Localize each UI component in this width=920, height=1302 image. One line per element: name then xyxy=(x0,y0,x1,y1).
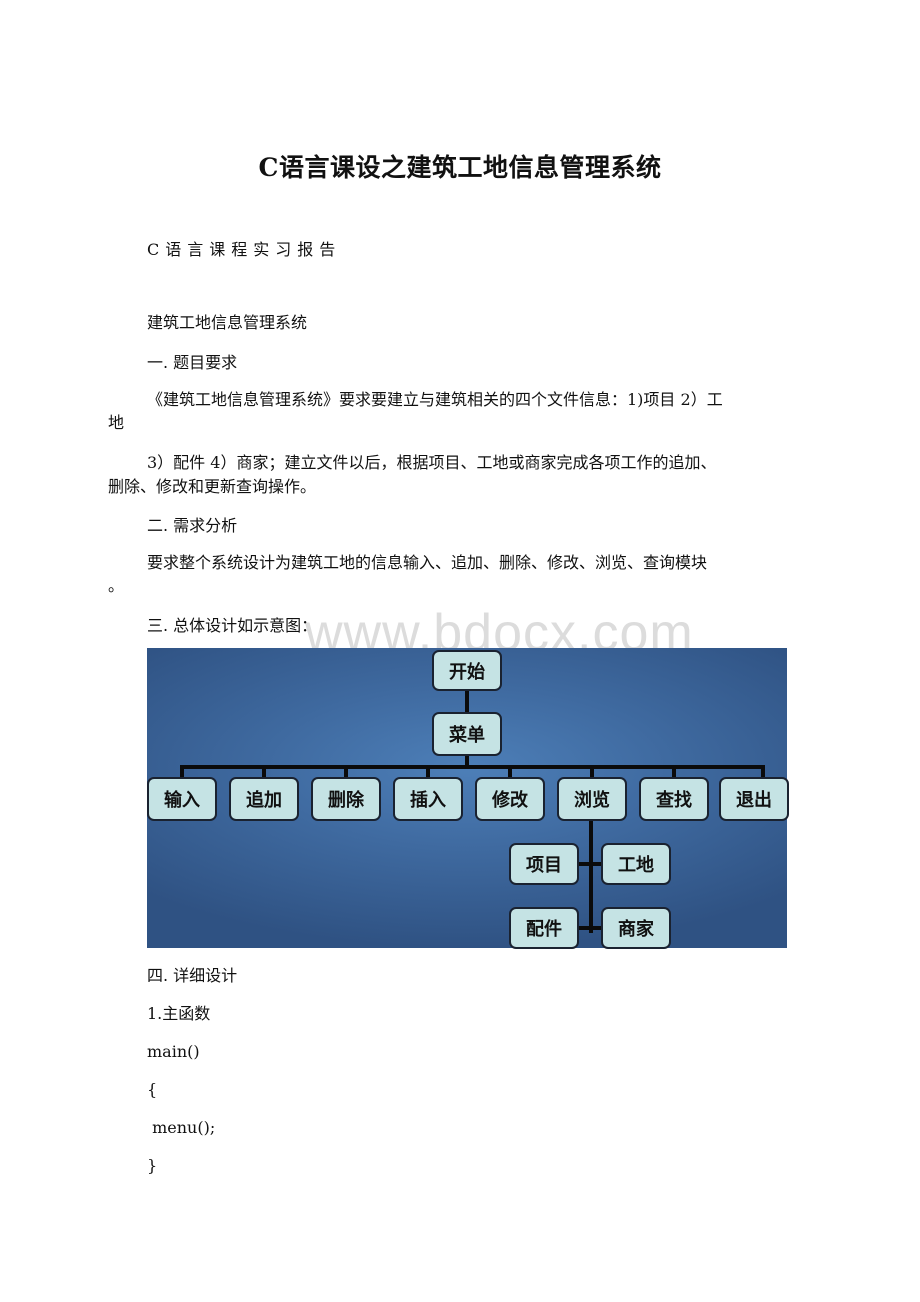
node-input: 输入 xyxy=(147,777,217,821)
node-exit: 退出 xyxy=(719,777,789,821)
section2-heading: 二. 需求分析 xyxy=(147,516,238,535)
node-append: 追加 xyxy=(229,777,299,821)
section2-paragraph-line: 要求整个系统设计为建筑工地的信息输入、追加、删除、修改、浏览、查询模块 xyxy=(147,553,708,572)
node-search: 查找 xyxy=(639,777,709,821)
node-parts: 配件 xyxy=(509,907,579,949)
report-subtitle: C语言课程实习报告 xyxy=(147,240,342,259)
node-project: 项目 xyxy=(509,843,579,885)
section1-heading: 一. 题目要求 xyxy=(147,353,238,372)
connector-line xyxy=(180,765,765,769)
document-title: C语言课设之建筑工地信息管理系统 xyxy=(258,153,662,182)
system-name: 建筑工地信息管理系统 xyxy=(147,313,308,332)
code-line: main() xyxy=(147,1042,200,1061)
section1-paragraph-line: 《建筑工地信息管理系统》要求要建立与建筑相关的四个文件信息：1)项目 2）工 xyxy=(147,390,723,409)
node-start: 开始 xyxy=(432,650,502,691)
section4-heading: 四. 详细设计 xyxy=(147,966,238,985)
system-structure-diagram: 开始 菜单 输入 追加 删除 插入 修改 浏览 查找 退出 项目 工地 配件 商… xyxy=(147,648,789,949)
connector-line xyxy=(577,862,603,866)
section4-subheading: 1.主函数 xyxy=(147,1004,211,1023)
node-browse: 浏览 xyxy=(557,777,627,821)
section3-heading: 三. 总体设计如示意图： xyxy=(147,616,318,635)
node-delete: 删除 xyxy=(311,777,381,821)
node-modify: 修改 xyxy=(475,777,545,821)
connector-line xyxy=(577,926,603,930)
node-menu: 菜单 xyxy=(432,712,502,756)
section1-paragraph-wrap: 地 xyxy=(108,413,125,432)
connector-line xyxy=(589,820,593,933)
section1-paragraph-wrap: 删除、修改和更新查询操作。 xyxy=(108,477,317,496)
code-line: } xyxy=(147,1156,158,1175)
code-line: menu(); xyxy=(147,1118,216,1137)
node-insert: 插入 xyxy=(393,777,463,821)
connector-line xyxy=(465,690,469,712)
node-site: 工地 xyxy=(601,843,671,885)
section2-paragraph-wrap: 。 xyxy=(108,576,125,595)
section1-paragraph-line: 3）配件 4）商家；建立文件以后，根据项目、工地或商家完成各项工作的追加、 xyxy=(147,453,717,472)
code-line: { xyxy=(147,1080,158,1099)
node-merchant: 商家 xyxy=(601,907,671,949)
